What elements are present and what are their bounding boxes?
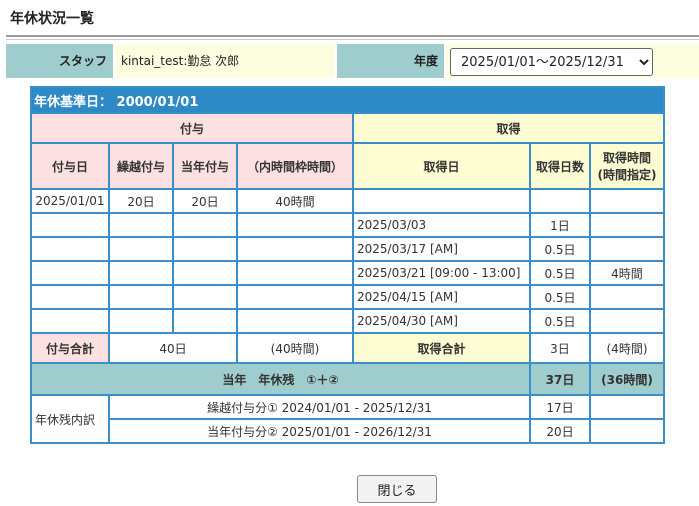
cell-taken-days: 0.5日 <box>529 308 591 334</box>
table-row: 2025/03/21 [09:00 - 13:00] 0.5日 4時間 <box>30 260 665 286</box>
remaining-hours: (36時間) <box>589 362 665 396</box>
cell-taken-days <box>529 188 591 214</box>
cell-current-grant <box>172 260 238 286</box>
cell-carryover <box>108 260 174 286</box>
cell-carryover <box>108 308 174 334</box>
cell-grant-date <box>30 308 110 334</box>
col-taken-days: 取得日数 <box>529 142 591 190</box>
col-current-grant: 当年付与 <box>172 142 238 190</box>
remaining-row: 当年 年休残 ①＋② 37日 (36時間) <box>30 362 665 396</box>
close-button[interactable]: 閉じる <box>357 475 437 503</box>
cell-taken-hours <box>589 284 665 310</box>
cell-carryover: 20日 <box>108 188 174 214</box>
col-taken-hours-line1: 取得時間 <box>602 151 651 165</box>
year-label: 年度 <box>337 44 444 78</box>
grant-total-label: 付与合計 <box>30 332 110 364</box>
cell-grant-date <box>30 212 110 238</box>
cell-hourly-frame <box>236 260 354 286</box>
grant-total-days: 40日 <box>108 332 238 364</box>
cell-grant-date: 2025/01/01 <box>30 188 110 214</box>
cell-current-grant <box>172 284 238 310</box>
breakdown-row: 年休残内訳 繰越付与分① 2024/01/01 - 2025/12/31 17日 <box>30 394 665 444</box>
cell-taken-days: 0.5日 <box>529 236 591 262</box>
cell-taken-hours <box>589 236 665 262</box>
breakdown-current-hours <box>589 418 665 444</box>
table-row: 2025/03/03 1日 <box>30 212 665 238</box>
breakdown-current-days: 20日 <box>529 418 591 444</box>
col-taken-date: 取得日 <box>352 142 531 190</box>
page-title: 年休状況一覧 <box>10 11 94 27</box>
cell-current-grant <box>172 212 238 238</box>
breakdown-carryover: 繰越付与分① 2024/01/01 - 2025/12/31 <box>108 394 531 420</box>
cell-current-grant <box>172 308 238 334</box>
taken-total-days: 3日 <box>529 332 591 364</box>
cell-carryover <box>108 284 174 310</box>
table-row: 2025/04/15 [AM] 0.5日 <box>30 284 665 310</box>
cell-taken-hours: 4時間 <box>589 260 665 286</box>
taken-section-header: 取得 <box>352 112 665 144</box>
year-select[interactable]: 2025/01/01～2025/12/31 <box>450 48 653 76</box>
cell-taken-date: 2025/03/03 <box>352 212 531 238</box>
cell-taken-days: 1日 <box>529 212 591 238</box>
cell-taken-days: 0.5日 <box>529 260 591 286</box>
col-taken-hours-line2: (時間指定) <box>597 168 657 182</box>
cell-hourly-frame <box>236 284 354 310</box>
col-taken-hours: 取得時間 (時間指定) <box>589 142 665 190</box>
totals-row: 付与合計 40日 (40時間) 取得合計 3日 (4時間) <box>30 332 665 364</box>
col-grant-date: 付与日 <box>30 142 110 190</box>
taken-total-hours: (4時間) <box>589 332 665 364</box>
remaining-days: 37日 <box>529 362 591 396</box>
leave-status-table: 年休基準日： 2000/01/01 付与 取得 付与日 繰越付与 当年付与 （内… <box>30 86 665 444</box>
grant-section-header: 付与 <box>30 112 354 144</box>
cell-taken-date: 2025/04/30 [AM] <box>352 308 531 334</box>
breakdown-row: 当年付与分② 2025/01/01 - 2026/12/31 20日 <box>31 418 665 444</box>
cell-taken-hours <box>589 212 665 238</box>
cell-taken-date: 2025/03/21 [09:00 - 13:00] <box>352 260 531 286</box>
staff-label: スタッフ <box>6 44 113 78</box>
cell-taken-hours <box>589 188 665 214</box>
filter-bar: スタッフ kintai_test:勤怠 次郎 年度 2025/01/01～202… <box>6 44 699 78</box>
cell-taken-date: 2025/03/17 [AM] <box>352 236 531 262</box>
cell-hourly-frame: 40時間 <box>236 188 354 214</box>
cell-grant-date <box>30 284 110 310</box>
cell-taken-date <box>352 188 531 214</box>
cell-current-grant <box>172 236 238 262</box>
breakdown-carryover-hours <box>589 394 665 420</box>
remaining-label: 当年 年休残 ①＋② <box>30 362 531 396</box>
cell-grant-date <box>30 260 110 286</box>
cell-taken-hours <box>589 308 665 334</box>
col-carryover: 繰越付与 <box>108 142 174 190</box>
table-row: 2025/03/17 [AM] 0.5日 <box>30 236 665 262</box>
cell-hourly-frame <box>236 308 354 334</box>
breakdown-current: 当年付与分② 2025/01/01 - 2026/12/31 <box>108 418 531 444</box>
cell-carryover <box>108 236 174 262</box>
cell-current-grant: 20日 <box>172 188 238 214</box>
cell-hourly-frame <box>236 236 354 262</box>
base-date: 年休基準日： 2000/01/01 <box>30 86 665 114</box>
table-row: 2025/04/30 [AM] 0.5日 <box>30 308 665 334</box>
cell-hourly-frame <box>236 212 354 238</box>
grant-total-hours: (40時間) <box>236 332 354 364</box>
cell-carryover <box>108 212 174 238</box>
title-divider <box>6 35 699 40</box>
cell-taken-date: 2025/04/15 [AM] <box>352 284 531 310</box>
col-hourly-frame: （内時間枠時間） <box>236 142 354 190</box>
taken-total-label: 取得合計 <box>352 332 531 364</box>
breakdown-carryover-days: 17日 <box>529 394 591 420</box>
table-row: 2025/01/01 20日 20日 40時間 <box>30 188 665 214</box>
staff-value: kintai_test:勤怠 次郎 <box>115 44 335 78</box>
breakdown-label: 年休残内訳 <box>30 394 110 444</box>
cell-taken-days: 0.5日 <box>529 284 591 310</box>
cell-grant-date <box>30 236 110 262</box>
